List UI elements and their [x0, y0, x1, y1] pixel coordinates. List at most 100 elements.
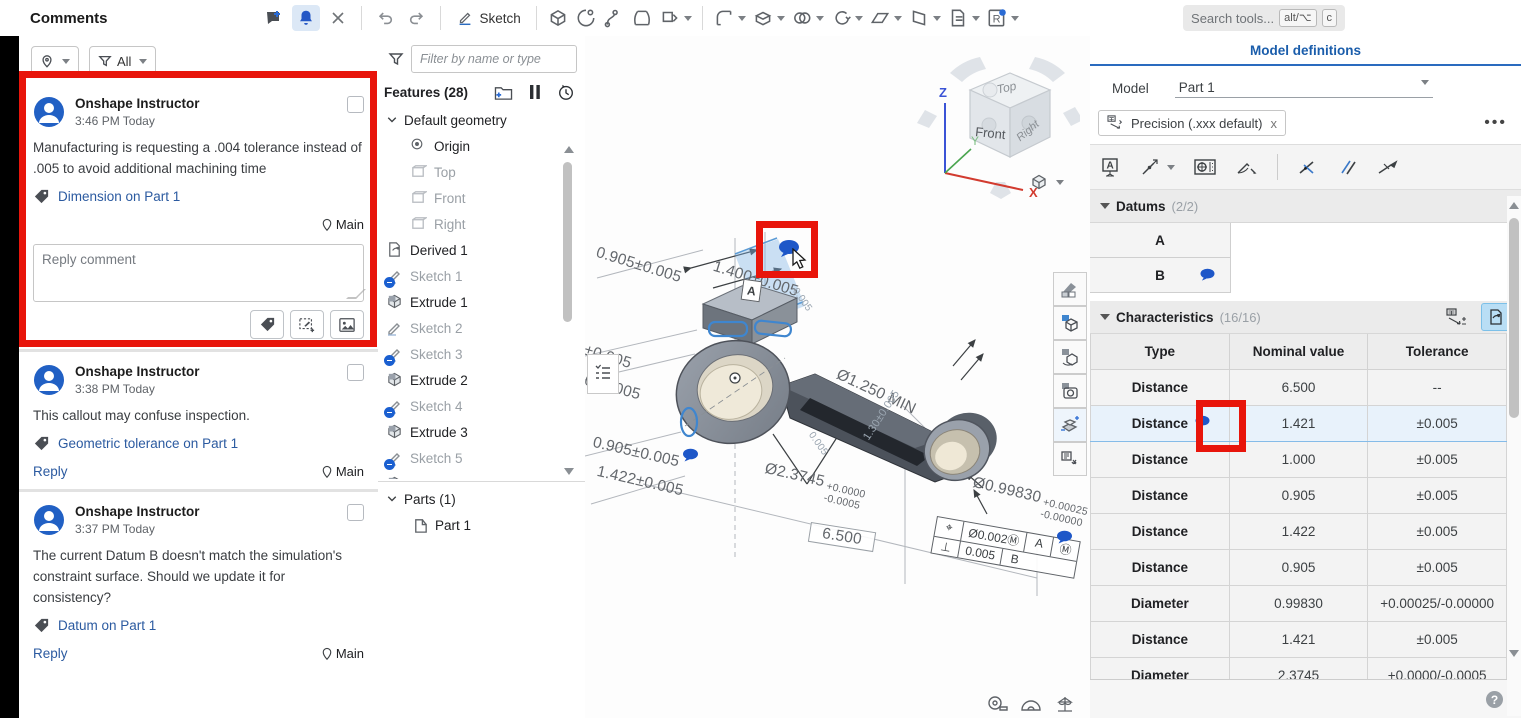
feature-item-derived-1[interactable]: Derived 1 — [378, 237, 585, 263]
comment-resolve-checkbox[interactable] — [347, 504, 364, 521]
characteristics-column-header[interactable]: Type — [1091, 334, 1230, 370]
datum-row-a[interactable]: A — [1090, 223, 1231, 258]
tree-scroll-down[interactable] — [564, 468, 574, 475]
reply-link[interactable]: Reply — [33, 464, 68, 479]
suppress-pause-icon[interactable] — [529, 84, 541, 100]
tool-loft-button[interactable] — [628, 5, 656, 31]
tool-thicken-button[interactable] — [656, 5, 695, 31]
tree-scrollbar-thumb[interactable] — [563, 162, 572, 322]
characteristic-row[interactable]: Distance1.421±0.005 — [1091, 406, 1507, 442]
part-item-row[interactable]: Part 1 — [378, 512, 585, 538]
view-cube-tool-icon[interactable] — [1053, 306, 1087, 340]
new-folder-icon[interactable] — [494, 84, 513, 101]
viewcube-front-label[interactable]: Front — [975, 124, 1007, 142]
characteristics-column-header[interactable]: Nominal value — [1229, 334, 1368, 370]
tool-helix-button[interactable] — [827, 5, 866, 31]
characteristic-row[interactable]: Distance0.905±0.005 — [1091, 478, 1507, 514]
geometric-tolerance-tool-icon[interactable] — [1193, 157, 1217, 177]
precision-chip[interactable]: Precision (.xxx default) x — [1098, 110, 1286, 136]
feature-item-sketch-3[interactable]: Sketch 3 — [378, 341, 585, 367]
comment-resolve-checkbox[interactable] — [347, 364, 364, 381]
comment-location-filter-button[interactable] — [31, 46, 79, 76]
appearance-tool-icon[interactable] — [1053, 272, 1087, 306]
reply-link[interactable]: Reply — [33, 646, 68, 661]
tool-sweep-button[interactable] — [600, 5, 628, 31]
sketch-button[interactable]: Sketch — [448, 6, 529, 30]
model-select-dropdown[interactable]: Part 1 — [1175, 78, 1433, 98]
feature-item-front[interactable]: Front — [378, 185, 585, 211]
tool-fillet-button[interactable] — [710, 5, 749, 31]
feature-item-top[interactable]: Top — [378, 159, 585, 185]
feature-item-extrude-4[interactable]: Extrude 4 — [378, 471, 585, 479]
characteristics-column-header[interactable]: Tolerance — [1368, 334, 1507, 370]
tool-boolean-button[interactable] — [788, 5, 827, 31]
comment-tag-link[interactable]: Datum on Part 1 — [33, 617, 364, 634]
tree-scroll-up[interactable] — [564, 146, 574, 153]
reply-comment-input[interactable]: Reply comment — [33, 244, 364, 302]
feature-filter-icon[interactable] — [388, 51, 404, 67]
characteristic-row[interactable]: Distance1.000±0.005 — [1091, 442, 1507, 478]
comment-tag-link[interactable]: Geometric tolerance on Part 1 — [33, 435, 364, 452]
exploded-view-tool-icon[interactable] — [1053, 408, 1087, 442]
insert-image-button[interactable] — [330, 310, 364, 339]
tool-derive-button[interactable] — [944, 5, 983, 31]
rotate-view-tool-icon[interactable] — [1053, 340, 1087, 374]
close-comments-icon[interactable] — [324, 5, 352, 31]
panel-scrollbar-thumb[interactable] — [1509, 218, 1519, 418]
notation-tool-icon[interactable] — [1053, 442, 1087, 476]
tool-custom-button[interactable]: R — [983, 5, 1022, 31]
mass-properties-icon[interactable] — [1053, 694, 1077, 714]
intersection-tool-icon[interactable] — [1296, 156, 1318, 178]
precision-chip-close[interactable]: x — [1271, 116, 1278, 131]
datum-row-b[interactable]: B — [1090, 258, 1231, 293]
viewport-comment-bubble-2[interactable] — [681, 448, 700, 463]
feature-item-extrude-2[interactable]: Extrude 2 — [378, 367, 585, 393]
markup-snapshot-button[interactable] — [290, 310, 324, 339]
feature-filter-input[interactable]: Filter by name or type — [411, 45, 577, 73]
comment-type-filter-button[interactable]: All — [89, 46, 156, 76]
redo-icon[interactable] — [403, 5, 431, 31]
viewport[interactable]: Top Front Right Z X Y 0.905±0.0051.400±0… — [585, 36, 1091, 718]
characteristic-row[interactable]: Distance1.422±0.005 — [1091, 514, 1507, 550]
comment-resolve-checkbox[interactable] — [347, 96, 364, 113]
characteristics-collapse-chevron[interactable] — [1100, 314, 1110, 320]
comment-bubble-icon[interactable] — [1199, 268, 1216, 282]
viewport-comment-bubble-3[interactable] — [1055, 530, 1074, 545]
tool-shell-button[interactable] — [749, 5, 788, 31]
view-options-cube-button[interactable] — [1029, 172, 1064, 192]
tool-plane-button[interactable] — [866, 5, 905, 31]
feature-item-sketch-5[interactable]: Sketch 5 — [378, 445, 585, 471]
datum-target-tool-icon[interactable] — [1376, 156, 1400, 178]
attach-tag-button[interactable] — [250, 310, 284, 339]
resize-handle[interactable] — [346, 289, 366, 299]
feature-item-sketch-4[interactable]: Sketch 4 — [378, 393, 585, 419]
search-tools-input[interactable]: Search tools... alt/⌥ c — [1183, 5, 1345, 31]
comment-bubble-icon[interactable] — [1194, 415, 1211, 429]
characteristic-row[interactable]: Diameter0.99830+0.00025/-0.00000 — [1091, 586, 1507, 622]
feature-item-default-geometry[interactable]: Default geometry — [378, 107, 585, 133]
more-options-button[interactable]: ••• — [1484, 114, 1507, 132]
characteristic-row[interactable]: Distance1.421±0.005 — [1091, 622, 1507, 658]
comment-tag-link[interactable]: Dimension on Part 1 — [33, 188, 364, 205]
parallel-tool-icon[interactable] — [1336, 156, 1358, 178]
tool-extrude-button[interactable] — [544, 5, 572, 31]
angle-tool-icon[interactable] — [1235, 157, 1259, 177]
panel-scroll-down[interactable] — [1509, 650, 1519, 657]
tool-revolve-button[interactable] — [572, 5, 600, 31]
panel-scroll-up[interactable] — [1509, 202, 1519, 209]
feature-item-origin[interactable]: Origin — [378, 133, 585, 159]
characteristic-row[interactable]: Distance6.500-- — [1091, 370, 1507, 406]
model-definitions-tab[interactable]: Model definitions — [1090, 36, 1521, 66]
notifications-bell-icon[interactable] — [292, 5, 320, 31]
snapshot-tool-icon[interactable] — [1053, 374, 1087, 408]
datum-tool-icon[interactable]: A — [1100, 156, 1122, 178]
precision-settings-icon[interactable] — [1445, 307, 1467, 327]
datums-collapse-chevron[interactable] — [1100, 203, 1110, 209]
feature-item-right[interactable]: Right — [378, 211, 585, 237]
datum-a-flag[interactable]: A — [741, 279, 763, 302]
characteristic-row[interactable]: Distance0.905±0.005 — [1091, 550, 1507, 586]
measure-tape-icon[interactable] — [985, 694, 1009, 714]
dimension-list-flyout-button[interactable] — [587, 354, 619, 394]
measure-angle-icon[interactable] — [1019, 694, 1043, 714]
dimension-tool-dropdown[interactable] — [1140, 157, 1175, 177]
